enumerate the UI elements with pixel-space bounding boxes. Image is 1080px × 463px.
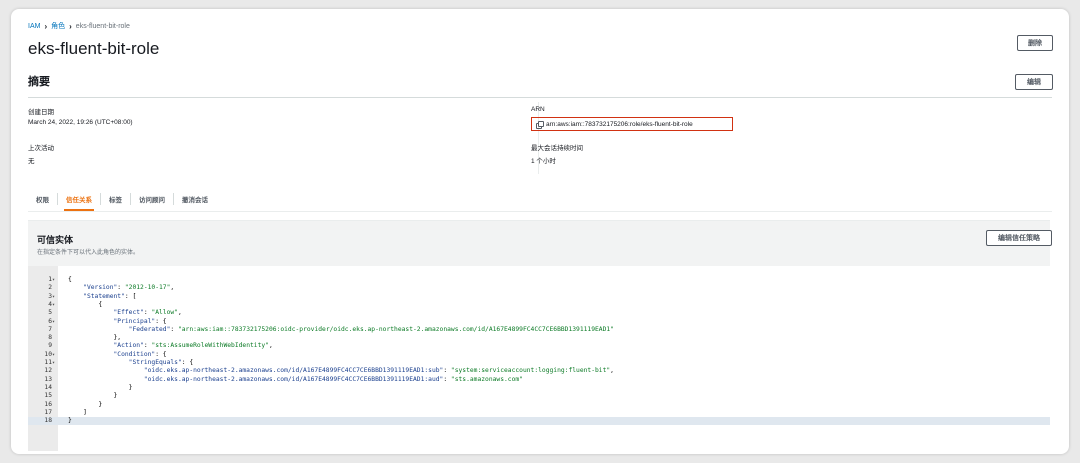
fold-toggle-icon[interactable]: ▾ xyxy=(52,293,55,301)
line-number: 4 xyxy=(48,300,52,308)
code-line: 3 ▾ "Statement": [ xyxy=(28,293,1050,301)
code-text: } xyxy=(68,383,133,391)
code-text: "Version": "2012-10-17", xyxy=(83,284,175,292)
copy-icon[interactable] xyxy=(536,120,544,129)
code-text: "oidc.eks.ap-northeast-2.amazonaws.com/i… xyxy=(143,367,614,375)
page-title: eks-fluent-bit-role xyxy=(28,39,160,58)
code-line: 16 } xyxy=(28,401,1050,409)
code-text: "Condition": { xyxy=(113,350,167,358)
line-number: 16 xyxy=(44,400,52,408)
breadcrumb-iam[interactable]: IAM xyxy=(28,23,40,30)
line-number: 10 xyxy=(44,350,52,358)
fold-toggle-icon[interactable]: ▾ xyxy=(52,351,55,359)
tabs-divider xyxy=(28,211,1052,212)
line-number: 5 xyxy=(48,309,52,317)
line-number: 17 xyxy=(44,408,52,416)
trusted-entities-title: 可信实体 xyxy=(37,235,74,245)
created-date-value: March 24, 2022, 19:26 (UTC+08:00) xyxy=(28,119,133,126)
line-number: 8 xyxy=(48,334,52,342)
code-text: { xyxy=(68,276,72,283)
line-number: 11 xyxy=(44,359,52,366)
line-number: 9 xyxy=(48,342,52,350)
code-line: 10 ▾ "Condition": { xyxy=(28,351,1050,359)
last-activity-label: 上次活动 xyxy=(28,145,54,152)
code-text: } xyxy=(68,392,118,400)
line-number: 1 xyxy=(48,276,52,283)
fold-toggle-icon[interactable]: ▾ xyxy=(52,318,55,326)
delete-button[interactable]: 删除 xyxy=(1017,35,1053,51)
line-number: 2 xyxy=(48,284,52,292)
code-text: "oidc.eks.ap-northeast-2.amazonaws.com/i… xyxy=(143,375,523,383)
code-line: 6 ▾ "Principal": { xyxy=(28,318,1050,326)
code-line: 8 }, xyxy=(28,334,1050,342)
code-line: 18} xyxy=(28,417,1050,426)
code-line: 5 "Effect": "Allow", xyxy=(28,309,1050,317)
role-tabs: 权限 信任关系 标签 访问顾问 撤消会话 xyxy=(28,186,216,211)
arn-value: arn:aws:iam::783732175206:role/eks-fluen… xyxy=(546,120,693,128)
code-text: "Statement": [ xyxy=(83,292,137,300)
tab-revoke-sessions[interactable]: 撤消会话 xyxy=(174,186,216,211)
edit-trust-policy-button[interactable]: 编辑信任策略 xyxy=(986,230,1052,246)
line-number: 18 xyxy=(44,417,52,425)
last-activity-value: 无 xyxy=(28,158,35,165)
code-line: 15 } xyxy=(28,392,1050,400)
tab-access-advisor[interactable]: 访问顾问 xyxy=(131,186,173,211)
line-number: 14 xyxy=(44,383,52,391)
edit-button[interactable]: 编辑 xyxy=(1015,74,1053,90)
trusted-entities-description: 在指定条件下可以代入此角色的实体。 xyxy=(37,250,140,256)
code-line: 13 "oidc.eks.ap-northeast-2.amazonaws.co… xyxy=(28,376,1050,384)
tab-trust-relationships[interactable]: 信任关系 xyxy=(58,186,100,211)
breadcrumb-roles[interactable]: 角色 xyxy=(51,21,65,31)
code-text: "Federated": "arn:aws:iam::783732175206:… xyxy=(128,325,614,333)
line-number: 15 xyxy=(44,392,52,400)
max-session-label: 最大会话持续时间 xyxy=(531,145,583,152)
fold-toggle-icon[interactable]: ▾ xyxy=(52,301,55,309)
code-line: 7 "Federated": "arn:aws:iam::78373217520… xyxy=(28,326,1050,334)
max-session-value: 1 个小时 xyxy=(531,158,556,165)
code-text: { xyxy=(68,300,103,308)
code-line: 9 "Action": "sts:AssumeRoleWithWebIdenti… xyxy=(28,342,1050,350)
code-line: 17 ] xyxy=(28,409,1050,417)
fold-toggle-icon[interactable]: ▾ xyxy=(52,276,55,284)
code-text: ] xyxy=(68,408,87,416)
chevron-right-icon: › xyxy=(69,21,72,31)
code-text: } xyxy=(68,400,103,408)
code-text: "Action": "sts:AssumeRoleWithWebIdentity… xyxy=(113,342,273,350)
trust-policy-editor[interactable]: 1 ▾{2 "Version": "2012-10-17", 3 ▾ "Stateme… xyxy=(28,266,1050,451)
code-line: 2 "Version": "2012-10-17", xyxy=(28,284,1050,292)
code-text: } xyxy=(68,417,72,425)
summary-title: 摘要 xyxy=(28,76,50,88)
line-number: 6 xyxy=(48,317,52,325)
line-number: 13 xyxy=(44,375,52,383)
arn-value-box[interactable]: arn:aws:iam::783732175206:role/eks-fluen… xyxy=(531,117,733,131)
breadcrumb: IAM › 角色 › eks-fluent-bit-role xyxy=(28,21,130,31)
fold-toggle-icon[interactable]: ▾ xyxy=(52,359,55,367)
arn-label: ARN xyxy=(531,106,545,113)
line-number: 12 xyxy=(44,367,52,375)
chevron-right-icon: › xyxy=(44,21,48,31)
role-detail-card: IAM › 角色 › eks-fluent-bit-role eks-fluen… xyxy=(11,9,1069,454)
code-text: "Effect": "Allow", xyxy=(113,309,182,317)
code-text: "StringEquals": { xyxy=(128,359,194,366)
code-line: 4 ▾ { xyxy=(28,301,1050,309)
code-line: 14 } xyxy=(28,384,1050,392)
line-number: 3 xyxy=(48,292,52,300)
code-line: 12 "oidc.eks.ap-northeast-2.amazonaws.co… xyxy=(28,367,1050,375)
code-text: }, xyxy=(68,334,122,342)
code-line: 11 ▾ "StringEquals": { xyxy=(28,359,1050,367)
code-text: "Principal": { xyxy=(113,317,167,325)
breadcrumb-current: eks-fluent-bit-role xyxy=(75,22,130,30)
line-number: 7 xyxy=(48,325,52,333)
created-date-label: 创建日期 xyxy=(28,109,54,116)
summary-divider xyxy=(28,97,1052,98)
tab-tags[interactable]: 标签 xyxy=(101,186,130,211)
tab-permissions[interactable]: 权限 xyxy=(28,186,57,211)
code-line: 1 ▾ { xyxy=(28,276,1050,284)
